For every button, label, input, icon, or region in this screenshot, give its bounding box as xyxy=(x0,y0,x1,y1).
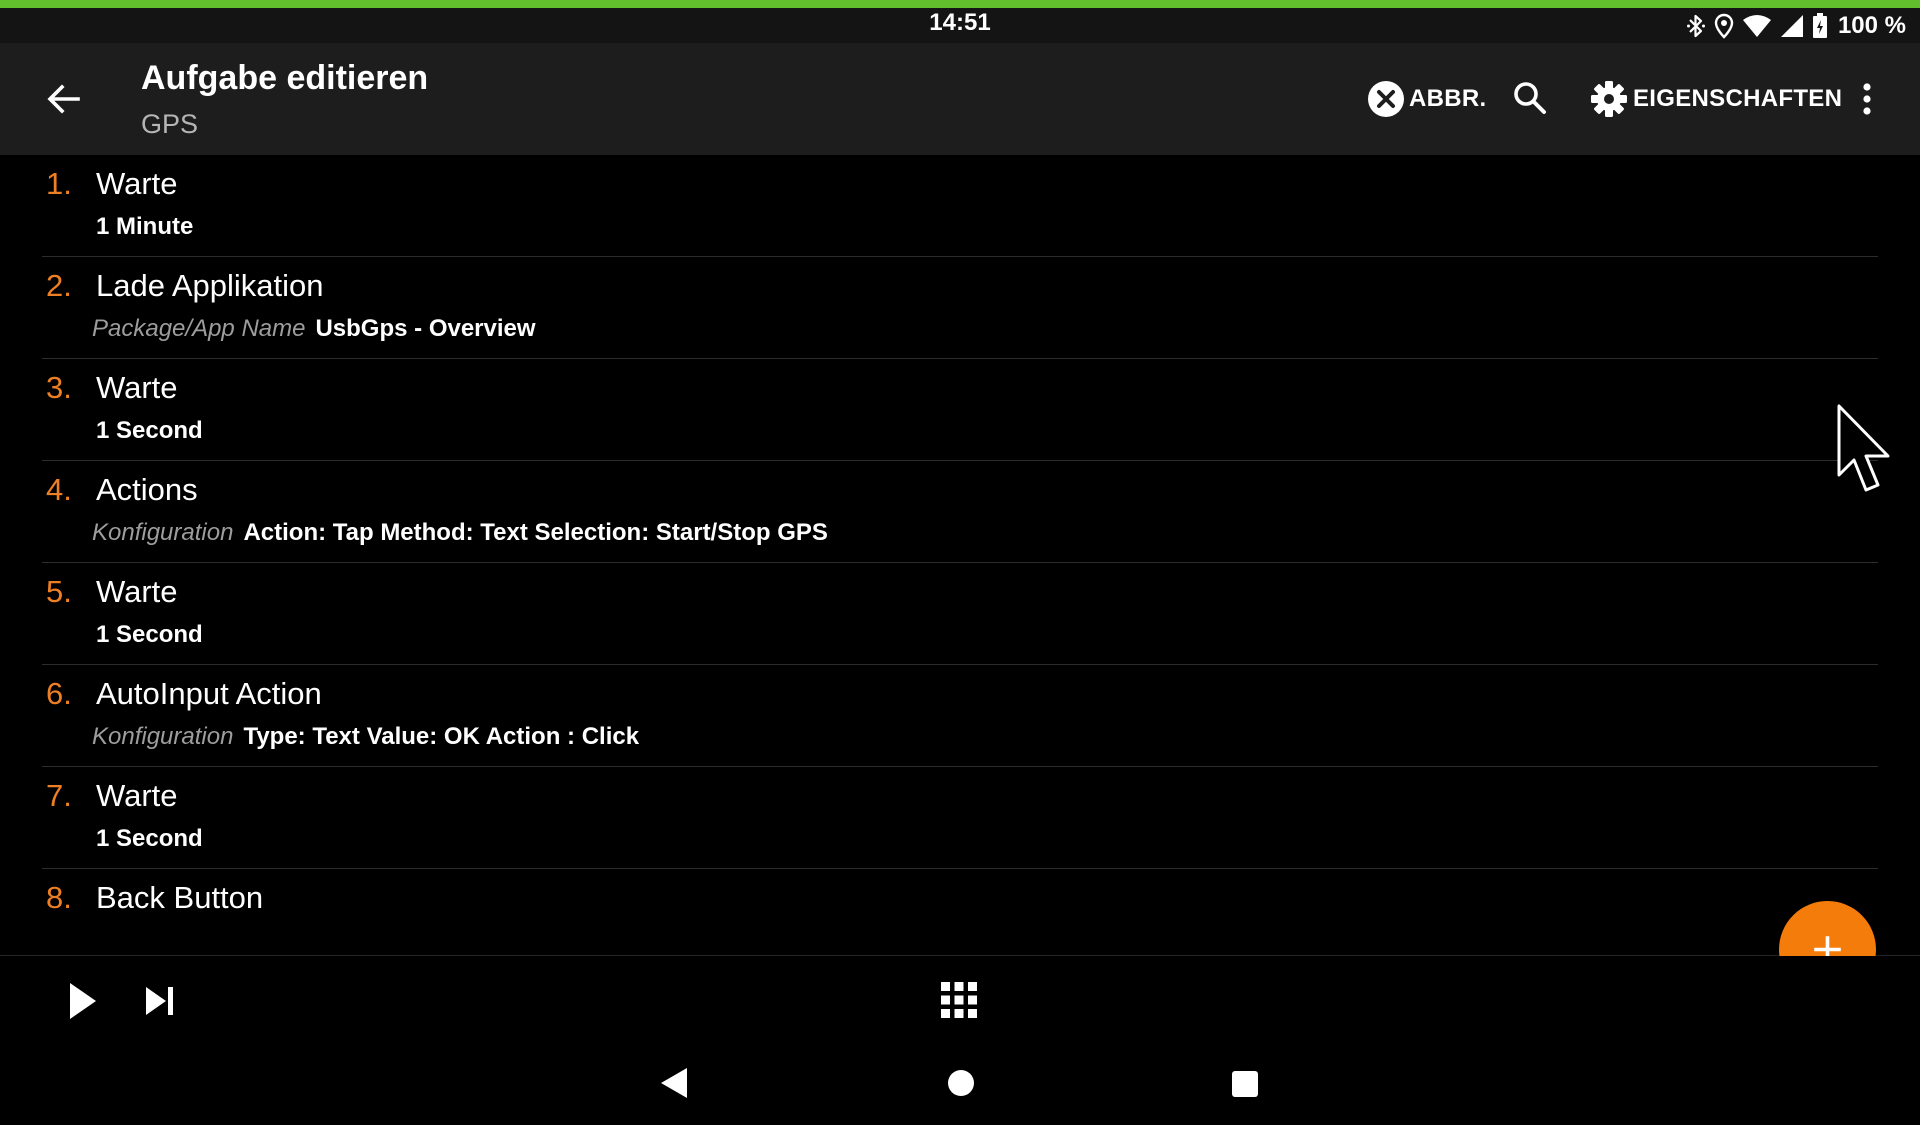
signal-icon xyxy=(1780,15,1803,37)
play-icon xyxy=(70,983,96,1019)
action-detail: Konfiguration Action: Tap Method: Text Se… xyxy=(92,519,828,547)
step-forward-icon xyxy=(146,987,173,1015)
action-name: Warte xyxy=(96,574,178,609)
action-number: 2. xyxy=(46,268,72,303)
status-bar: 14:51 100 % xyxy=(0,8,1920,43)
nav-home-button[interactable] xyxy=(947,1069,975,1097)
action-number: 5. xyxy=(46,574,72,609)
search-button[interactable] xyxy=(1510,78,1550,118)
app-bar: Aufgabe editieren GPS ABBR. EIGENSCHAFTE… xyxy=(0,43,1920,155)
page-subtitle: GPS xyxy=(141,109,199,139)
action-detail: 1 Minute xyxy=(92,213,193,241)
action-item-3[interactable]: 3. Warte 1 Second xyxy=(0,359,1920,461)
back-button[interactable] xyxy=(42,77,86,121)
cancel-label: ABBR. xyxy=(1409,85,1487,112)
action-name: Warte xyxy=(96,370,178,405)
action-detail-value: 1 Second xyxy=(96,417,203,444)
action-item-6[interactable]: 6. AutoInput Action Konfiguration Type: T… xyxy=(0,665,1920,767)
nav-back-icon xyxy=(661,1068,687,1098)
more-vert-icon xyxy=(1863,83,1871,115)
accent-line xyxy=(0,0,1920,8)
action-detail-value: 1 Second xyxy=(96,825,203,852)
play-button[interactable] xyxy=(66,980,100,1022)
properties-button[interactable]: EIGENSCHAFTEN xyxy=(1589,77,1842,121)
action-detail-value: 1 Second xyxy=(96,621,203,648)
cancel-button[interactable]: ABBR. xyxy=(1367,77,1487,121)
location-icon xyxy=(1714,13,1734,39)
action-detail: Konfiguration Type: Text Value: OK Action… xyxy=(92,723,639,751)
grid-icon xyxy=(941,982,977,1018)
nav-back-button[interactable] xyxy=(659,1066,689,1100)
battery-text: 100 % xyxy=(1837,12,1906,39)
nav-home-icon xyxy=(948,1070,974,1096)
action-detail-value: Type: Text Value: OK Action : Click xyxy=(243,723,640,750)
action-item-7[interactable]: 7. Warte 1 Second xyxy=(0,767,1920,869)
action-detail: 1 Second xyxy=(92,417,203,445)
action-item-8[interactable]: 8. Back Button xyxy=(0,869,1920,955)
action-name: Warte xyxy=(96,166,178,201)
action-number: 1. xyxy=(46,166,72,201)
bluetooth-icon xyxy=(1686,14,1705,38)
action-item-4[interactable]: 4. Actions Konfiguration Action: Tap Meth… xyxy=(0,461,1920,563)
action-detail-value: 1 Minute xyxy=(96,213,194,240)
action-name: Back Button xyxy=(96,880,264,915)
action-detail-label: Konfiguration xyxy=(92,519,234,546)
nav-recents-button[interactable] xyxy=(1231,1070,1259,1098)
action-item-5[interactable]: 5. Warte 1 Second xyxy=(0,563,1920,665)
action-detail: 1 Second xyxy=(92,825,203,853)
arrow-back-icon xyxy=(47,84,80,114)
overflow-menu-button[interactable] xyxy=(1852,79,1882,119)
page-title: Aufgabe editieren xyxy=(141,59,429,97)
action-name: Warte xyxy=(96,778,178,813)
action-name: AutoInput Action xyxy=(96,676,322,711)
system-nav-bar xyxy=(0,1046,1920,1125)
action-name: Lade Applikation xyxy=(96,268,324,303)
action-detail: 1 Second xyxy=(92,621,203,649)
action-number: 7. xyxy=(46,778,72,813)
action-name: Actions xyxy=(96,472,198,507)
action-detail-value: UsbGps - Overview xyxy=(315,315,536,342)
action-detail-value: Action: Tap Method: Text Selection: Star… xyxy=(243,519,828,546)
battery-icon xyxy=(1812,13,1827,38)
gear-icon xyxy=(1591,81,1627,117)
properties-label: EIGENSCHAFTEN xyxy=(1633,85,1843,112)
action-number: 4. xyxy=(46,472,72,507)
action-detail-label: Package/App Name xyxy=(92,315,306,342)
action-number: 6. xyxy=(46,676,72,711)
action-item-2[interactable]: 2. Lade Applikation Package/App Name UsbG… xyxy=(0,257,1920,359)
step-forward-button[interactable] xyxy=(142,982,178,1020)
action-detail-label: Konfiguration xyxy=(92,723,234,750)
nav-recents-icon xyxy=(1232,1071,1258,1097)
app-grid-button[interactable] xyxy=(939,980,979,1020)
status-icons: 100 % xyxy=(1686,10,1906,42)
action-item-1[interactable]: 1. Warte 1 Minute xyxy=(0,155,1920,257)
action-number: 3. xyxy=(46,370,72,405)
search-icon xyxy=(1514,82,1546,114)
bottom-toolbar xyxy=(0,956,1920,1046)
status-time: 14:51 xyxy=(929,9,991,36)
close-circle-icon xyxy=(1368,81,1404,117)
action-list: 1. Warte 1 Minute 2. Lade Applikation Pa… xyxy=(0,155,1920,955)
action-detail: Package/App Name UsbGps - Overview xyxy=(92,315,536,343)
action-number: 8. xyxy=(46,880,72,915)
wifi-icon xyxy=(1742,15,1771,37)
mouse-cursor-icon xyxy=(1837,404,1890,492)
